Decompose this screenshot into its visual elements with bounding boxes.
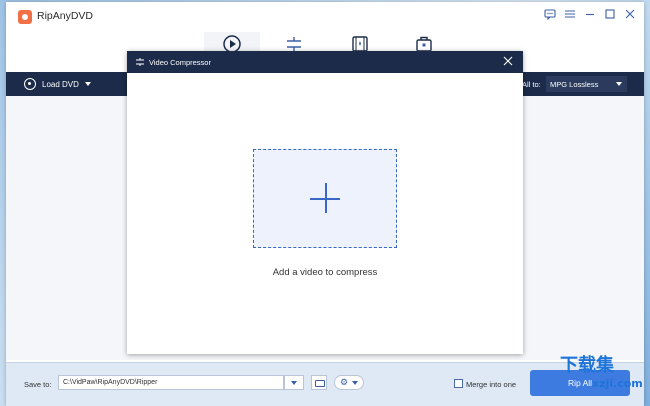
load-dvd-label: Load DVD <box>42 79 79 89</box>
chat-icon <box>544 9 556 21</box>
dialog-title: Video Compressor <box>149 58 211 67</box>
minimize-button[interactable] <box>582 8 598 24</box>
video-compressor-dialog: Video Compressor Add a video to compress <box>127 51 523 354</box>
output-format-select[interactable]: MPG Lossless <box>546 76 627 92</box>
chevron-down-icon <box>352 381 358 385</box>
watermark-logo: 下载集 <box>560 355 614 376</box>
chevron-down-icon <box>84 82 91 86</box>
add-video-dropzone[interactable] <box>253 149 397 248</box>
merge-label: Merge into one <box>466 380 517 389</box>
open-folder-button[interactable] <box>311 375 327 390</box>
minimize-icon <box>586 13 594 16</box>
output-format-value: MPG Lossless <box>550 80 599 89</box>
hamburger-icon <box>565 10 575 18</box>
plus-icon-vertical <box>325 183 327 213</box>
load-dvd-button[interactable]: Load DVD <box>24 77 91 91</box>
save-path-dropdown[interactable] <box>284 375 304 390</box>
bottom-bar: Save to: C:\VidPaw\RipAnyDVD\Ripper ⚙ Me… <box>6 362 644 406</box>
watermark-url: xzji.com <box>592 377 643 390</box>
dialog-close-button[interactable] <box>501 55 515 69</box>
compress-icon <box>136 58 144 66</box>
close-icon <box>503 56 513 66</box>
app-logo-icon <box>18 10 32 24</box>
dialog-header: Video Compressor <box>127 51 523 73</box>
maximize-button[interactable] <box>602 8 618 24</box>
disc-icon <box>24 78 36 90</box>
feedback-button[interactable] <box>542 8 558 24</box>
save-to-label: Save to: <box>24 380 52 389</box>
output-format-label: All to: <box>522 80 541 89</box>
maximize-icon <box>605 9 615 19</box>
chevron-down-icon <box>616 82 622 86</box>
dropzone-label: Add a video to compress <box>272 267 378 278</box>
close-icon <box>625 9 635 19</box>
menu-button[interactable] <box>562 8 578 24</box>
close-window-button[interactable] <box>622 8 638 24</box>
title-bar: RipAnyDVD <box>6 2 644 30</box>
app-title: RipAnyDVD <box>37 10 94 22</box>
gear-icon: ⚙ <box>340 377 349 387</box>
chevron-down-icon <box>291 381 297 385</box>
merge-checkbox[interactable] <box>454 379 463 388</box>
settings-button[interactable]: ⚙ <box>334 375 364 390</box>
save-path-field[interactable]: C:\VidPaw\RipAnyDVD\Ripper <box>58 375 284 390</box>
